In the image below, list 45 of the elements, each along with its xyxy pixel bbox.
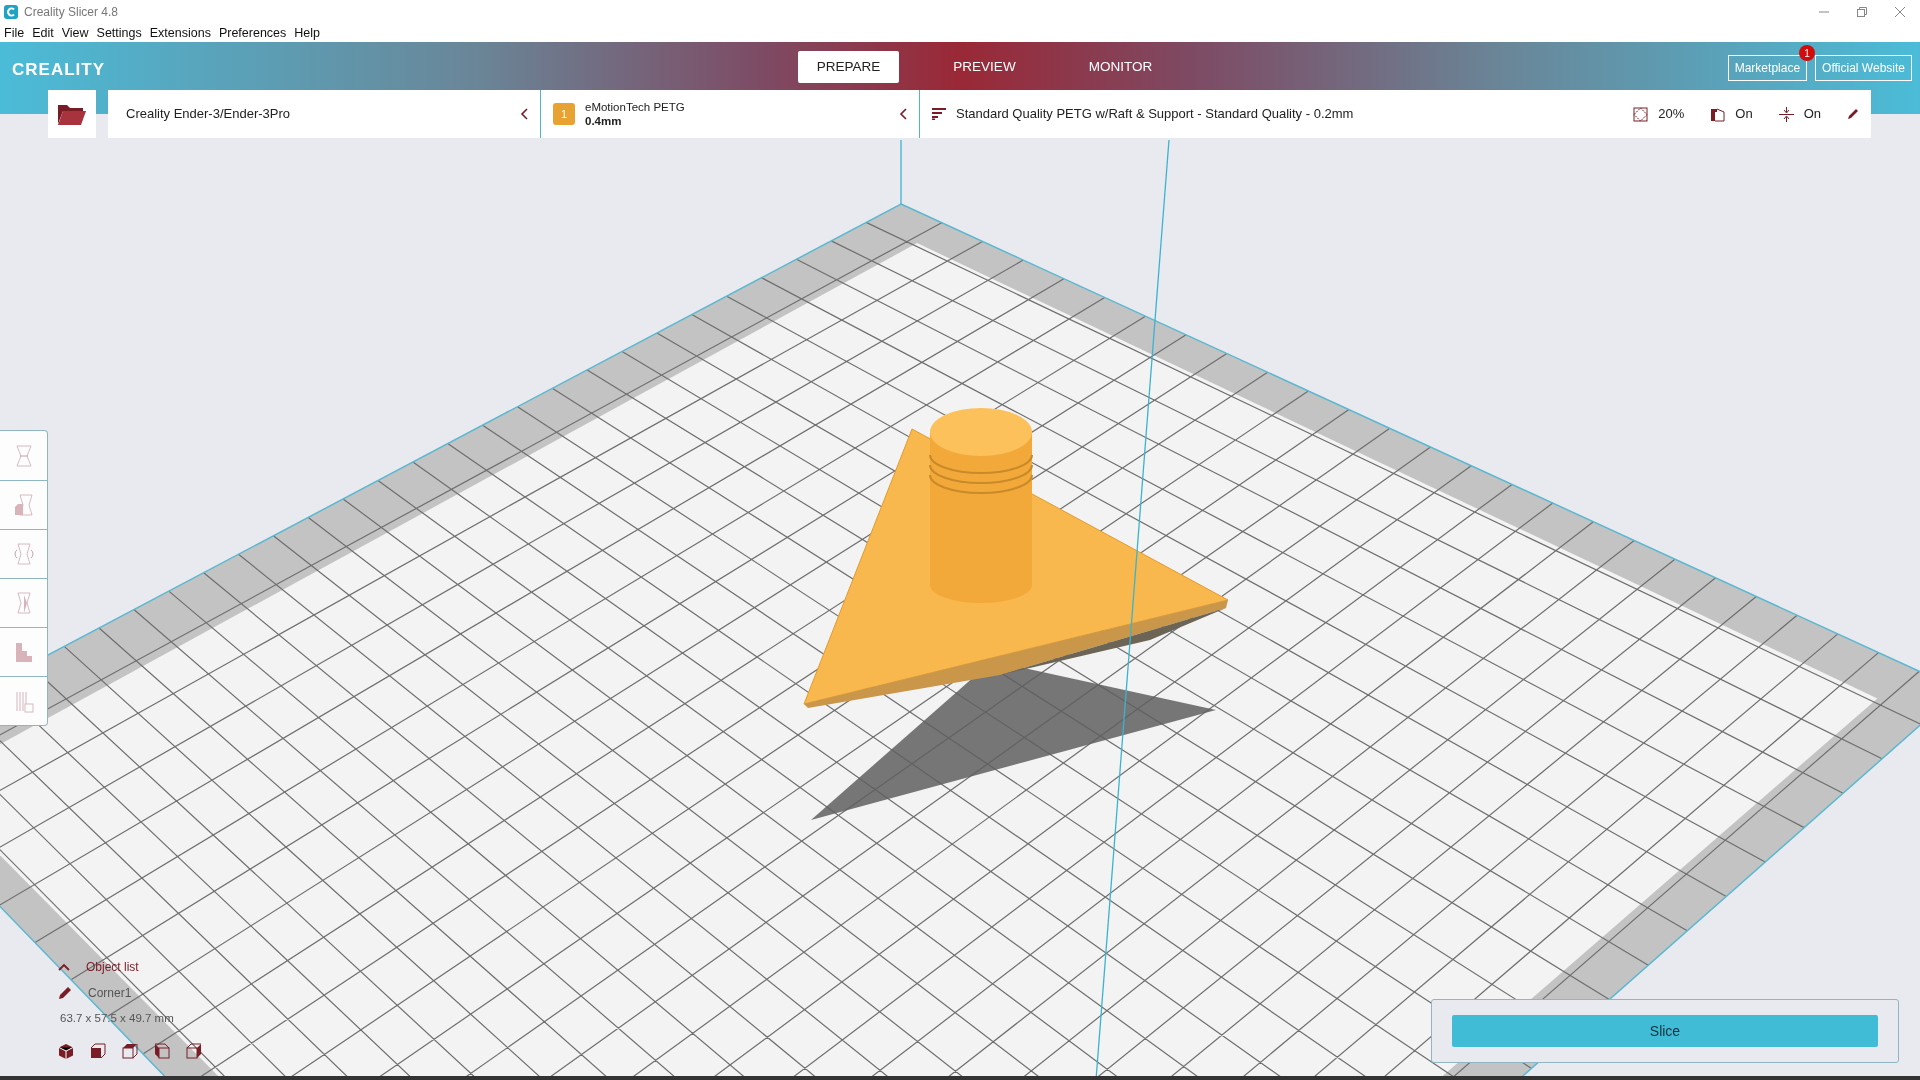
printer-name[interactable]: Creality Ender-3/Ender-3Pro: [126, 104, 291, 124]
infill-value: 20%: [1658, 105, 1685, 124]
menu-item[interactable]: File: [4, 23, 25, 43]
open-button[interactable]: [48, 90, 96, 138]
tab[interactable]: PREPARE: [798, 51, 899, 84]
top-view-icon[interactable]: [122, 1043, 138, 1060]
tab[interactable]: PREVIEW: [934, 51, 1035, 84]
menu-item[interactable]: Edit: [32, 23, 54, 43]
chevron-icon[interactable]: [899, 108, 907, 120]
window-title: Creality Slicer 4.8: [24, 4, 119, 21]
adhesion-value: On: [1803, 105, 1821, 124]
3d-view-icon[interactable]: [58, 1043, 74, 1060]
profile-name[interactable]: Standard Quality PETG w/Raft & Support - Standard Quality - 0.2mm: [956, 104, 1354, 124]
close-icon[interactable]: [1894, 6, 1906, 18]
pencil-icon[interactable]: [1847, 108, 1859, 120]
infill-icon: [1633, 106, 1649, 122]
support-value: On: [1735, 105, 1753, 124]
adhesion-icon: [1778, 106, 1794, 122]
menu-item[interactable]: Settings: [96, 23, 142, 43]
object-name[interactable]: Corner1: [88, 984, 132, 1002]
chevron-icon[interactable]: [520, 108, 528, 120]
left-view-icon[interactable]: [154, 1043, 170, 1060]
logo: CREALITY: [11, 59, 106, 81]
support-icon: [1710, 106, 1726, 122]
object-list-toggle[interactable]: Object list: [86, 958, 139, 976]
material-name: eMotionTech PETG: [585, 99, 685, 114]
front-view-icon[interactable]: [90, 1043, 106, 1060]
menu-item[interactable]: View: [61, 23, 89, 43]
nozzle-size: 0.4mm: [585, 114, 623, 129]
caret-icon[interactable]: [58, 963, 70, 971]
menu-item[interactable]: Preferences: [218, 23, 287, 43]
slice-button[interactable]: Slice: [1452, 1015, 1878, 1047]
tab[interactable]: MONITOR: [1070, 51, 1171, 84]
restore-icon[interactable]: [1856, 6, 1868, 18]
menu-item[interactable]: Extensions: [149, 23, 211, 43]
extruder-badge: 1: [553, 103, 575, 125]
app-icon: [4, 5, 18, 19]
right-view-icon[interactable]: [186, 1043, 202, 1060]
axis-line: [900, 139, 902, 205]
rotate-icon: [11, 542, 36, 566]
folder-icon: [57, 102, 87, 126]
pencil-icon[interactable]: [58, 986, 72, 1000]
menu-item[interactable]: Help: [294, 23, 321, 43]
notification-badge: 1: [1799, 45, 1816, 61]
profile-icon: [932, 108, 946, 120]
